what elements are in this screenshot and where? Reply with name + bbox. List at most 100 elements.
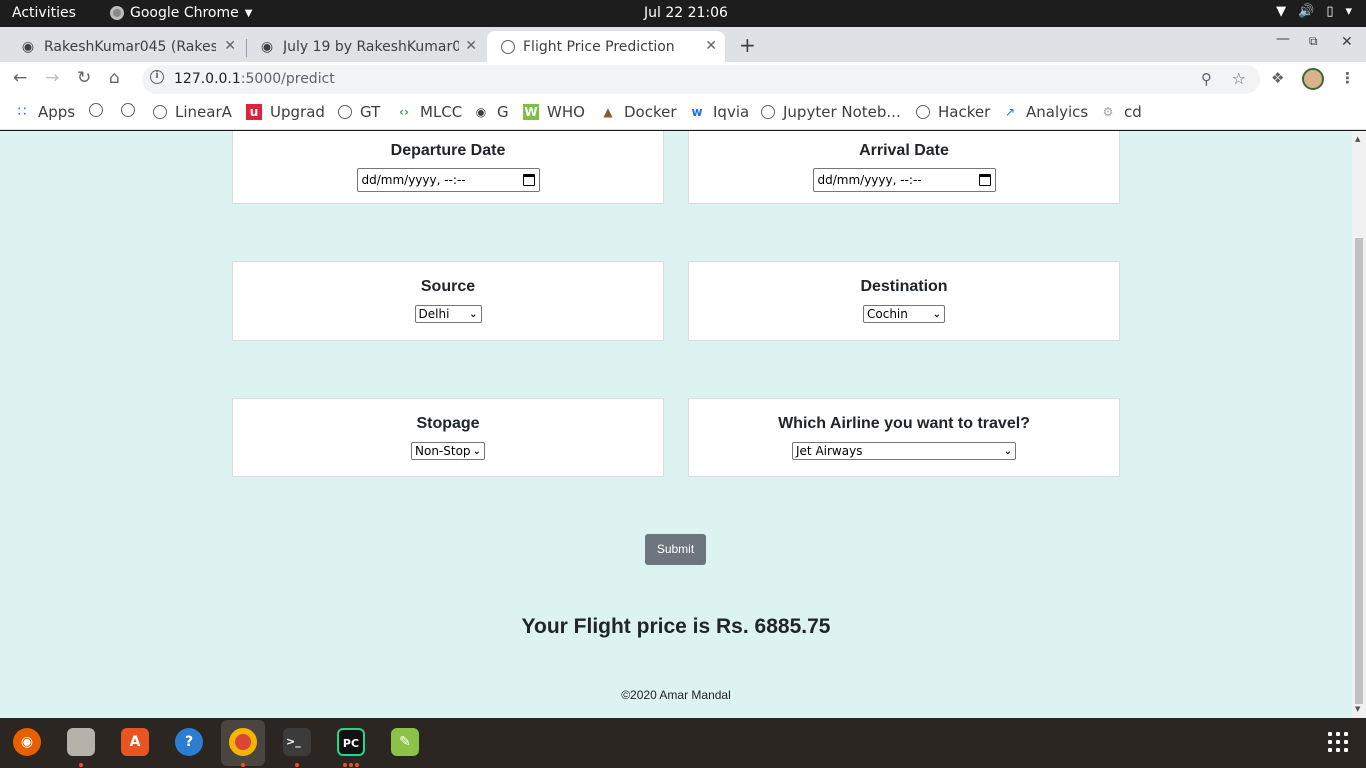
firefox-icon[interactable]: ◉: [13, 728, 41, 756]
caret-down-icon: ▼: [244, 7, 253, 19]
bookmark-upgrad[interactable]: u Upgrad: [246, 103, 325, 121]
tab-title: RakeshKumar045 (Rakesh: [44, 38, 216, 55]
running-indicator: [79, 763, 83, 767]
menu-icon[interactable]: ⋮: [1340, 69, 1355, 87]
footer-copyright: ©2020 Amar Mandal: [621, 688, 731, 702]
show-applications-icon[interactable]: [1328, 732, 1348, 752]
stopage-select[interactable]: Non-Stop ⌄: [411, 442, 485, 460]
bookmark-globe-1[interactable]: [89, 103, 103, 117]
bookmark-jupyter[interactable]: Jupyter Noteb...: [761, 103, 901, 121]
tab-title: Flight Price Prediction: [523, 38, 675, 55]
app-menu[interactable]: Google Chrome ▼: [110, 5, 252, 21]
destination-label: Destination: [860, 278, 948, 295]
window-close-icon[interactable]: ✕: [1341, 34, 1353, 50]
globe-icon: [916, 105, 930, 119]
help-icon[interactable]: ?: [175, 728, 203, 756]
reload-icon[interactable]: ↻: [77, 68, 91, 88]
running-indicator: [349, 763, 353, 767]
source-select[interactable]: Delhi ⌄: [414, 305, 482, 323]
new-tab-button[interactable]: +: [739, 33, 756, 57]
arrival-date-card: Arrival Date dd/mm/yyyy, --:--: [688, 131, 1120, 204]
bookmark-mlcc[interactable]: ‹› MLCC: [396, 103, 462, 121]
close-icon[interactable]: ✕: [705, 38, 717, 54]
system-tray[interactable]: ▼ 🔊 ▯ ▾: [1276, 4, 1352, 19]
bookmark-label: Hacker: [938, 103, 991, 121]
bookmark-label: Upgrad: [270, 103, 325, 121]
stopage-label: Stopage: [416, 415, 480, 432]
text-editor-icon[interactable]: ✎: [391, 728, 419, 756]
arrival-date-input[interactable]: dd/mm/yyyy, --:--: [812, 168, 996, 192]
departure-date-input[interactable]: dd/mm/yyyy, --:--: [356, 168, 540, 192]
airline-select[interactable]: Jet Airways ⌄: [792, 442, 1016, 460]
files-icon[interactable]: [67, 728, 95, 756]
scroll-down-arrow-icon[interactable]: ▼: [1355, 705, 1360, 713]
bookmark-apps[interactable]: ∷ Apps: [14, 103, 76, 121]
close-icon[interactable]: ✕: [224, 38, 236, 54]
address-bar[interactable]: i 127.0.0.1:5000/predict ⚲ ☆: [142, 65, 1260, 94]
chrome-icon[interactable]: [229, 728, 257, 756]
stopage-card: Stopage Non-Stop ⌄: [232, 398, 664, 477]
site-info-icon[interactable]: i: [150, 70, 164, 84]
bookmark-lineara[interactable]: LinearA: [153, 103, 232, 121]
page-scrollbar[interactable]: ▲ ▼: [1352, 131, 1366, 718]
scrollbar-thumb[interactable]: [1355, 238, 1363, 704]
destination-select[interactable]: Cochin ⌄: [863, 305, 945, 323]
bookmark-cd[interactable]: ⚙ cd: [1100, 103, 1142, 121]
tab-github-commit[interactable]: ◉ July 19 by RakeshKumar04 ✕: [245, 31, 485, 62]
submit-button[interactable]: Submit: [645, 534, 706, 565]
restore-icon[interactable]: ⧉: [1309, 34, 1318, 49]
bookmark-iqvia[interactable]: w Iqvia: [689, 103, 749, 121]
back-icon[interactable]: ←: [13, 68, 27, 88]
software-center-icon[interactable]: A: [121, 728, 149, 756]
who-icon: W: [523, 104, 539, 120]
activities-button[interactable]: Activities: [12, 5, 76, 21]
tab-github-profile[interactable]: ◉ RakeshKumar045 (Rakesh ✕: [6, 31, 244, 62]
running-indicator: [241, 763, 245, 767]
clock[interactable]: Jul 22 21:06: [644, 5, 728, 21]
scroll-up-arrow-icon[interactable]: ▲: [1355, 135, 1360, 143]
bookmark-analytics[interactable]: ↗ Analyics: [1002, 103, 1088, 121]
bookmark-globe-2[interactable]: [121, 103, 135, 117]
bookmark-label: Analyics: [1026, 103, 1089, 121]
terminal-icon[interactable]: >_: [283, 728, 311, 756]
chrome-icon: [110, 6, 124, 20]
globe-icon: [89, 103, 103, 117]
bookmark-gt[interactable]: GT: [338, 103, 380, 121]
airline-value: Jet Airways: [796, 444, 863, 458]
url-host: 127.0.0.1: [174, 71, 241, 87]
minimize-icon[interactable]: —: [1276, 31, 1290, 47]
close-icon[interactable]: ✕: [465, 38, 477, 54]
wifi-icon: ▼: [1276, 4, 1287, 19]
source-card: Source Delhi ⌄: [232, 261, 664, 341]
bookmark-label: G: [497, 103, 509, 121]
extensions-icon[interactable]: ❖: [1271, 69, 1284, 87]
bookmark-label: MLCC: [420, 103, 463, 121]
bookmark-label: Apps: [38, 103, 76, 121]
arrival-date-label: Arrival Date: [859, 142, 949, 159]
chevron-down-icon: ⌄: [1003, 445, 1012, 457]
forward-icon[interactable]: →: [45, 68, 59, 88]
source-label: Source: [420, 278, 476, 295]
source-value: Delhi: [418, 307, 450, 321]
system-top-bar: Activities Google Chrome ▼ Jul 22 21:06 …: [0, 0, 1366, 27]
docker-icon: ▲: [603, 105, 613, 119]
calendar-icon[interactable]: [522, 174, 535, 186]
bookmark-github[interactable]: ◉ G: [473, 103, 509, 121]
bookmark-label: GT: [360, 103, 381, 121]
zoom-icon[interactable]: ⚲: [1201, 70, 1212, 88]
bookmark-docker[interactable]: ▲ Docker: [600, 103, 676, 121]
url-text[interactable]: 127.0.0.1:5000/predict: [174, 71, 335, 87]
dock: ◉ A ? >_ PC ✎: [0, 718, 1366, 768]
tab-flight-price-prediction[interactable]: Flight Price Prediction ✕: [487, 31, 725, 62]
stopage-value: Non-Stop: [415, 444, 471, 458]
profile-avatar[interactable]: [1302, 68, 1324, 90]
calendar-icon[interactable]: [978, 174, 991, 186]
bookmark-hacker[interactable]: Hacker: [916, 103, 990, 121]
home-icon[interactable]: ⌂: [109, 68, 120, 88]
bookmark-star-icon[interactable]: ☆: [1232, 69, 1246, 88]
pycharm-icon[interactable]: PC: [337, 728, 365, 756]
running-indicator: [295, 763, 299, 767]
departure-date-value: dd/mm/yyyy, --:--: [361, 173, 466, 187]
analytics-icon: ↗: [1004, 105, 1016, 119]
bookmark-who[interactable]: W WHO: [523, 103, 585, 121]
